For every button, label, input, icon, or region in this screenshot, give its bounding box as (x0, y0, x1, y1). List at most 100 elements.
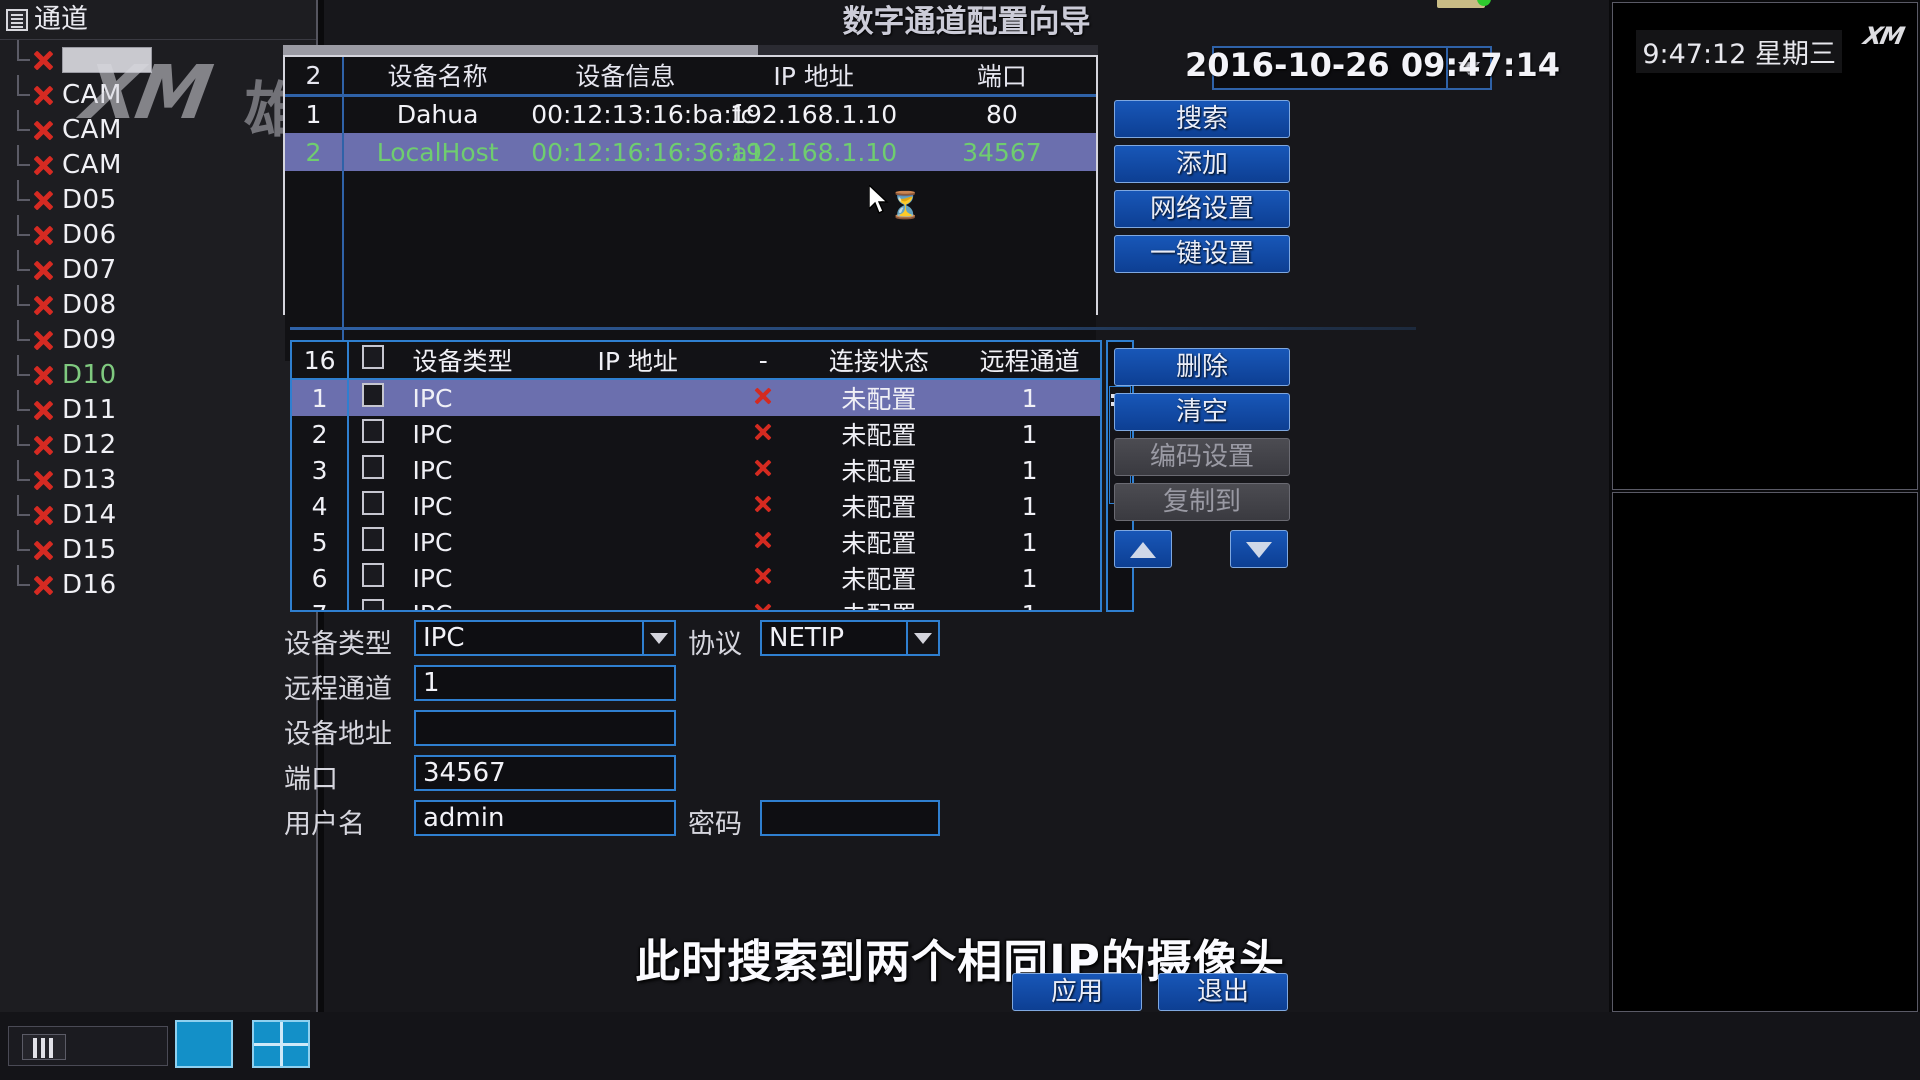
config-count: 16 (292, 342, 350, 379)
form-row-remote-channel: 远程通道 1 (284, 665, 1404, 705)
config-row-ip (547, 452, 728, 488)
select-all-checkbox[interactable] (348, 342, 396, 379)
config-row-type: IPC (397, 596, 548, 611)
channel-tree-item[interactable]: CAM (0, 145, 316, 182)
config-table-row[interactable]: 5 IPC 未配置 1 (292, 524, 1100, 560)
channel-tree-item[interactable]: D09 (0, 320, 316, 357)
config-row-disconnected-icon (728, 560, 798, 596)
add-button[interactable]: 添加 (1114, 145, 1290, 183)
channel-name-label: CAM (62, 114, 122, 145)
config-row-status: 未配置 (841, 565, 917, 594)
search-row-ip: 192.168.1.10 (730, 100, 898, 130)
search-row-no: 2 (285, 133, 344, 171)
mouse-cursor: ⏳ (868, 183, 921, 223)
search-row-port: 34567 (907, 133, 1096, 171)
channel-tree-item[interactable]: D16 (0, 565, 316, 602)
channel-tree-item[interactable]: D11 (0, 390, 316, 427)
config-table-row[interactable]: 4 IPC 未配置 1 (292, 488, 1100, 524)
channel-tree-item[interactable]: D13 (0, 460, 316, 497)
video-subtitle: 此时搜索到两个相同IP的摄像头 (635, 935, 1285, 988)
encode-settings-button: 编码设置 (1114, 438, 1290, 476)
device-address-label: 设备地址 (284, 719, 392, 750)
channel-tree-item[interactable]: CAM (0, 75, 316, 112)
layout-single-icon[interactable] (175, 1020, 233, 1068)
channel-tree-item[interactable]: D06 (0, 215, 316, 252)
device-address-input[interactable] (414, 710, 676, 746)
chevron-down-icon[interactable] (642, 622, 674, 654)
search-button[interactable]: 搜索 (1114, 100, 1290, 138)
tree-branch-line (8, 145, 30, 182)
config-table-row[interactable]: 3 IPC 未配置 1 (292, 452, 1100, 488)
disconnected-x-icon (30, 152, 56, 178)
config-row-status: 未配置 (798, 379, 960, 416)
config-row-checkbox[interactable] (348, 488, 396, 524)
search-hscrollbar[interactable] (283, 45, 1098, 55)
device-type-select[interactable]: IPC (414, 620, 676, 656)
config-table-row[interactable]: 2 IPC 未配置 1 (292, 416, 1100, 452)
config-row-ip (547, 379, 729, 416)
apply-button[interactable]: 应用 (1012, 973, 1142, 1011)
delete-button[interactable]: 删除 (1114, 348, 1290, 386)
search-row-ip: 192.168.1.10 (719, 133, 908, 171)
channel-tree-item[interactable]: D08 (0, 285, 316, 322)
channel-tree-header: 通道 (0, 0, 316, 40)
channel-tree-item[interactable]: D12 (0, 425, 316, 462)
search-col-ip: IP 地址 (773, 62, 854, 92)
move-down-button[interactable] (1230, 530, 1288, 568)
channel-tree-item[interactable] (0, 40, 316, 77)
search-col-port: 端口 (976, 62, 1027, 92)
disconnected-x-icon (30, 292, 56, 318)
channel-name-label: D15 (62, 534, 117, 565)
search-result-row[interactable]: 2 LocalHost 00:12:16:16:36:a1 192.168.1.10 3… (285, 133, 1096, 171)
form-row-device-address: 设备地址 (284, 710, 1404, 750)
config-row-checkbox[interactable] (348, 596, 396, 610)
section-divider (290, 327, 1416, 330)
remote-channel-input[interactable]: 1 (414, 665, 676, 701)
channel-config-table: 16 设备类型 IP 地址 - 连接状态 远程通道 1 IPC 未配置 1 2 IPC … (290, 340, 1102, 612)
config-row-checkbox[interactable] (348, 560, 396, 596)
channel-tree-item[interactable]: D07 (0, 250, 316, 287)
channel-name-editbox[interactable] (62, 46, 152, 73)
tree-branch-line (8, 530, 30, 567)
config-row-type: IPC (396, 379, 548, 416)
channel-name-label: D05 (62, 184, 117, 215)
disconnected-x-icon (30, 572, 56, 598)
config-row-no: 3 (292, 452, 350, 488)
move-up-button[interactable] (1114, 530, 1172, 568)
config-row-checkbox[interactable] (348, 416, 396, 452)
port-input[interactable]: 34567 (414, 755, 676, 791)
channel-name-label: D14 (62, 499, 117, 530)
config-row-disconnected-icon (728, 452, 798, 488)
clear-button[interactable]: 清空 (1114, 393, 1290, 431)
layout-quad-icon[interactable] (252, 1020, 310, 1068)
search-result-row[interactable]: 1 Dahua 00:12:13:16:ba:fc 192.168.1.10 80 (285, 95, 1096, 133)
video-pane-3[interactable] (1612, 2, 1918, 490)
search-row-name: LocalHost (343, 133, 532, 171)
channel-tree-item[interactable]: D10 (0, 355, 316, 392)
pause-icon[interactable] (22, 1034, 66, 1060)
disconnected-x-icon (30, 362, 56, 388)
protocol-select[interactable]: NETIP (760, 620, 940, 656)
channel-tree-item[interactable]: CAM (0, 110, 316, 147)
tree-branch-line (8, 40, 30, 77)
channel-tree-item[interactable]: D15 (0, 530, 316, 567)
port-label: 端口 (284, 764, 338, 795)
config-row-checkbox[interactable] (348, 452, 396, 488)
config-table-row[interactable]: 7 IPC 未配置1 (292, 596, 1100, 611)
config-row-checkbox[interactable] (348, 379, 397, 416)
one-key-setup-button[interactable]: 一键设置 (1114, 235, 1290, 273)
config-table-row[interactable]: 1 IPC 未配置 1 (292, 379, 1100, 416)
username-label: 用户名 (284, 809, 365, 840)
channel-tree-item[interactable]: D14 (0, 495, 316, 532)
chevron-down-icon[interactable] (906, 622, 938, 654)
config-table-row[interactable]: 6 IPC 未配置 1 (292, 560, 1100, 596)
network-settings-button[interactable]: 网络设置 (1114, 190, 1290, 228)
username-input[interactable]: admin (414, 800, 676, 836)
config-row-no: 6 (292, 560, 350, 596)
exit-button[interactable]: 退出 (1158, 973, 1288, 1011)
channel-tree-item[interactable]: D05 (0, 180, 316, 217)
search-empty-row (285, 171, 1096, 209)
config-row-checkbox[interactable] (348, 524, 396, 560)
search-count: 2 (285, 57, 344, 95)
password-input[interactable] (760, 800, 940, 836)
